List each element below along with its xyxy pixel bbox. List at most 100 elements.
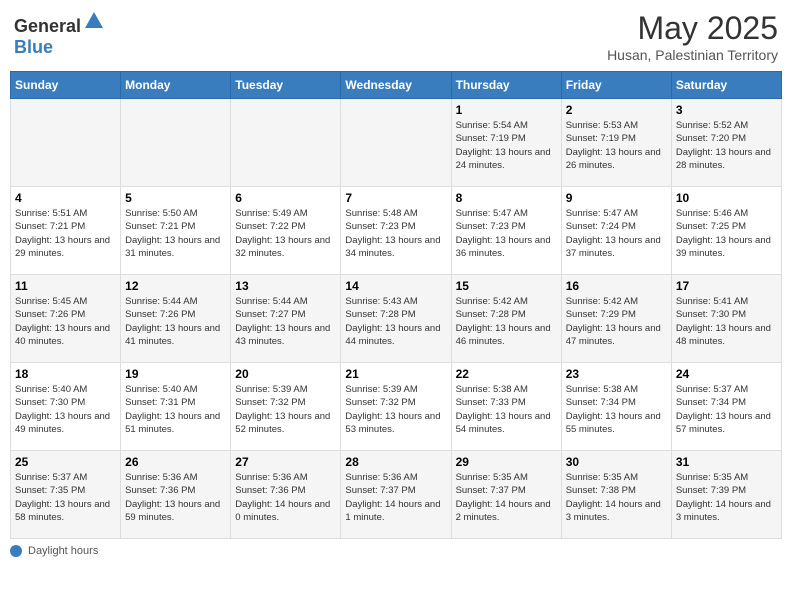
- day-info: Sunrise: 5:48 AM Sunset: 7:23 PM Dayligh…: [345, 207, 446, 260]
- logo: General Blue: [14, 10, 105, 58]
- day-info: Sunrise: 5:45 AM Sunset: 7:26 PM Dayligh…: [15, 295, 116, 348]
- day-number: 14: [345, 279, 446, 293]
- day-number: 8: [456, 191, 557, 205]
- day-number: 2: [566, 103, 667, 117]
- week-row-2: 4 Sunrise: 5:51 AM Sunset: 7:21 PM Daylig…: [11, 187, 782, 275]
- day-number: 7: [345, 191, 446, 205]
- day-info: Sunrise: 5:44 AM Sunset: 7:27 PM Dayligh…: [235, 295, 336, 348]
- day-number: 24: [676, 367, 777, 381]
- cell-week3-day0: 11 Sunrise: 5:45 AM Sunset: 7:26 PM Dayli…: [11, 275, 121, 363]
- day-info: Sunrise: 5:50 AM Sunset: 7:21 PM Dayligh…: [125, 207, 226, 260]
- day-info: Sunrise: 5:47 AM Sunset: 7:23 PM Dayligh…: [456, 207, 557, 260]
- cell-week1-day2: [231, 99, 341, 187]
- cell-week1-day6: 3 Sunrise: 5:52 AM Sunset: 7:20 PM Daylig…: [671, 99, 781, 187]
- day-number: 27: [235, 455, 336, 469]
- cell-week5-day6: 31Sunrise: 5:35 AM Sunset: 7:39 PM Dayli…: [671, 451, 781, 539]
- logo-icon: [83, 10, 105, 32]
- day-info: Sunrise: 5:44 AM Sunset: 7:26 PM Dayligh…: [125, 295, 226, 348]
- day-number: 6: [235, 191, 336, 205]
- day-number: 15: [456, 279, 557, 293]
- day-number: 9: [566, 191, 667, 205]
- day-number: 31: [676, 455, 777, 469]
- day-info: Sunrise: 5:49 AM Sunset: 7:22 PM Dayligh…: [235, 207, 336, 260]
- footer: Daylight hours: [10, 545, 782, 557]
- title-area: May 2025 Husan, Palestinian Territory: [607, 10, 778, 63]
- header-saturday: Saturday: [671, 72, 781, 99]
- cell-week4-day5: 23 Sunrise: 5:38 AM Sunset: 7:34 PM Dayli…: [561, 363, 671, 451]
- day-number: 20: [235, 367, 336, 381]
- footer-label: Daylight hours: [28, 545, 98, 557]
- cell-week1-day1: [121, 99, 231, 187]
- cell-week5-day2: 27 Sunrise: 5:36 AM Sunset: 7:36 PM Dayli…: [231, 451, 341, 539]
- day-info: Sunrise: 5:35 AM Sunset: 7:38 PM Dayligh…: [566, 471, 667, 524]
- cell-week1-day5: 2 Sunrise: 5:53 AM Sunset: 7:19 PM Daylig…: [561, 99, 671, 187]
- day-number: 18: [15, 367, 116, 381]
- cell-week1-day4: 1 Sunrise: 5:54 AM Sunset: 7:19 PM Daylig…: [451, 99, 561, 187]
- cell-week3-day6: 17Sunrise: 5:41 AM Sunset: 7:30 PM Dayli…: [671, 275, 781, 363]
- day-info: Sunrise: 5:37 AM Sunset: 7:34 PM Dayligh…: [676, 383, 777, 436]
- day-info: Sunrise: 5:36 AM Sunset: 7:37 PM Dayligh…: [345, 471, 446, 524]
- day-info: Sunrise: 5:53 AM Sunset: 7:19 PM Dayligh…: [566, 119, 667, 172]
- day-number: 25: [15, 455, 116, 469]
- cell-week2-day4: 8 Sunrise: 5:47 AM Sunset: 7:23 PM Daylig…: [451, 187, 561, 275]
- day-info: Sunrise: 5:54 AM Sunset: 7:19 PM Dayligh…: [456, 119, 557, 172]
- day-info: Sunrise: 5:40 AM Sunset: 7:30 PM Dayligh…: [15, 383, 116, 436]
- header-friday: Friday: [561, 72, 671, 99]
- day-info: Sunrise: 5:42 AM Sunset: 7:29 PM Dayligh…: [566, 295, 667, 348]
- week-row-1: 1 Sunrise: 5:54 AM Sunset: 7:19 PM Daylig…: [11, 99, 782, 187]
- day-number: 12: [125, 279, 226, 293]
- day-number: 13: [235, 279, 336, 293]
- day-info: Sunrise: 5:36 AM Sunset: 7:36 PM Dayligh…: [235, 471, 336, 524]
- day-number: 16: [566, 279, 667, 293]
- cell-week2-day1: 5 Sunrise: 5:50 AM Sunset: 7:21 PM Daylig…: [121, 187, 231, 275]
- day-info: Sunrise: 5:37 AM Sunset: 7:35 PM Dayligh…: [15, 471, 116, 524]
- cell-week3-day3: 14 Sunrise: 5:43 AM Sunset: 7:28 PM Dayli…: [341, 275, 451, 363]
- day-number: 4: [15, 191, 116, 205]
- day-info: Sunrise: 5:46 AM Sunset: 7:25 PM Dayligh…: [676, 207, 777, 260]
- day-info: Sunrise: 5:35 AM Sunset: 7:37 PM Dayligh…: [456, 471, 557, 524]
- day-number: 21: [345, 367, 446, 381]
- week-row-5: 25 Sunrise: 5:37 AM Sunset: 7:35 PM Dayli…: [11, 451, 782, 539]
- cell-week3-day1: 12 Sunrise: 5:44 AM Sunset: 7:26 PM Dayli…: [121, 275, 231, 363]
- cell-week2-day0: 4 Sunrise: 5:51 AM Sunset: 7:21 PM Daylig…: [11, 187, 121, 275]
- day-number: 17: [676, 279, 777, 293]
- day-info: Sunrise: 5:42 AM Sunset: 7:28 PM Dayligh…: [456, 295, 557, 348]
- logo-blue: Blue: [14, 37, 53, 57]
- day-number: 22: [456, 367, 557, 381]
- header-row: SundayMondayTuesdayWednesdayThursdayFrid…: [11, 72, 782, 99]
- cell-week1-day3: [341, 99, 451, 187]
- header-sunday: Sunday: [11, 72, 121, 99]
- day-info: Sunrise: 5:38 AM Sunset: 7:34 PM Dayligh…: [566, 383, 667, 436]
- day-number: 30: [566, 455, 667, 469]
- day-info: Sunrise: 5:47 AM Sunset: 7:24 PM Dayligh…: [566, 207, 667, 260]
- cell-week2-day3: 7 Sunrise: 5:48 AM Sunset: 7:23 PM Daylig…: [341, 187, 451, 275]
- cell-week5-day4: 29Sunrise: 5:35 AM Sunset: 7:37 PM Dayli…: [451, 451, 561, 539]
- cell-week3-day5: 16 Sunrise: 5:42 AM Sunset: 7:29 PM Dayli…: [561, 275, 671, 363]
- calendar-body: 1 Sunrise: 5:54 AM Sunset: 7:19 PM Daylig…: [11, 99, 782, 539]
- day-number: 3: [676, 103, 777, 117]
- cell-week4-day6: 24 Sunrise: 5:37 AM Sunset: 7:34 PM Dayli…: [671, 363, 781, 451]
- calendar-table: SundayMondayTuesdayWednesdayThursdayFrid…: [10, 71, 782, 539]
- day-info: Sunrise: 5:51 AM Sunset: 7:21 PM Dayligh…: [15, 207, 116, 260]
- cell-week5-day1: 26Sunrise: 5:36 AM Sunset: 7:36 PM Dayli…: [121, 451, 231, 539]
- cell-week5-day0: 25 Sunrise: 5:37 AM Sunset: 7:35 PM Dayli…: [11, 451, 121, 539]
- day-number: 11: [15, 279, 116, 293]
- logo-general: General: [14, 16, 81, 36]
- cell-week4-day2: 20Sunrise: 5:39 AM Sunset: 7:32 PM Dayli…: [231, 363, 341, 451]
- week-row-4: 18 Sunrise: 5:40 AM Sunset: 7:30 PM Dayli…: [11, 363, 782, 451]
- day-number: 23: [566, 367, 667, 381]
- cell-week4-day1: 19Sunrise: 5:40 AM Sunset: 7:31 PM Dayli…: [121, 363, 231, 451]
- cell-week1-day0: [11, 99, 121, 187]
- cell-week3-day2: 13 Sunrise: 5:44 AM Sunset: 7:27 PM Dayli…: [231, 275, 341, 363]
- cell-week2-day6: 10 Sunrise: 5:46 AM Sunset: 7:25 PM Dayli…: [671, 187, 781, 275]
- day-info: Sunrise: 5:43 AM Sunset: 7:28 PM Dayligh…: [345, 295, 446, 348]
- day-number: 5: [125, 191, 226, 205]
- header-wednesday: Wednesday: [341, 72, 451, 99]
- day-info: Sunrise: 5:52 AM Sunset: 7:20 PM Dayligh…: [676, 119, 777, 172]
- day-number: 1: [456, 103, 557, 117]
- cell-week4-day0: 18 Sunrise: 5:40 AM Sunset: 7:30 PM Dayli…: [11, 363, 121, 451]
- day-number: 28: [345, 455, 446, 469]
- cell-week4-day3: 21Sunrise: 5:39 AM Sunset: 7:32 PM Dayli…: [341, 363, 451, 451]
- cell-week5-day3: 28 Sunrise: 5:36 AM Sunset: 7:37 PM Dayli…: [341, 451, 451, 539]
- day-number: 10: [676, 191, 777, 205]
